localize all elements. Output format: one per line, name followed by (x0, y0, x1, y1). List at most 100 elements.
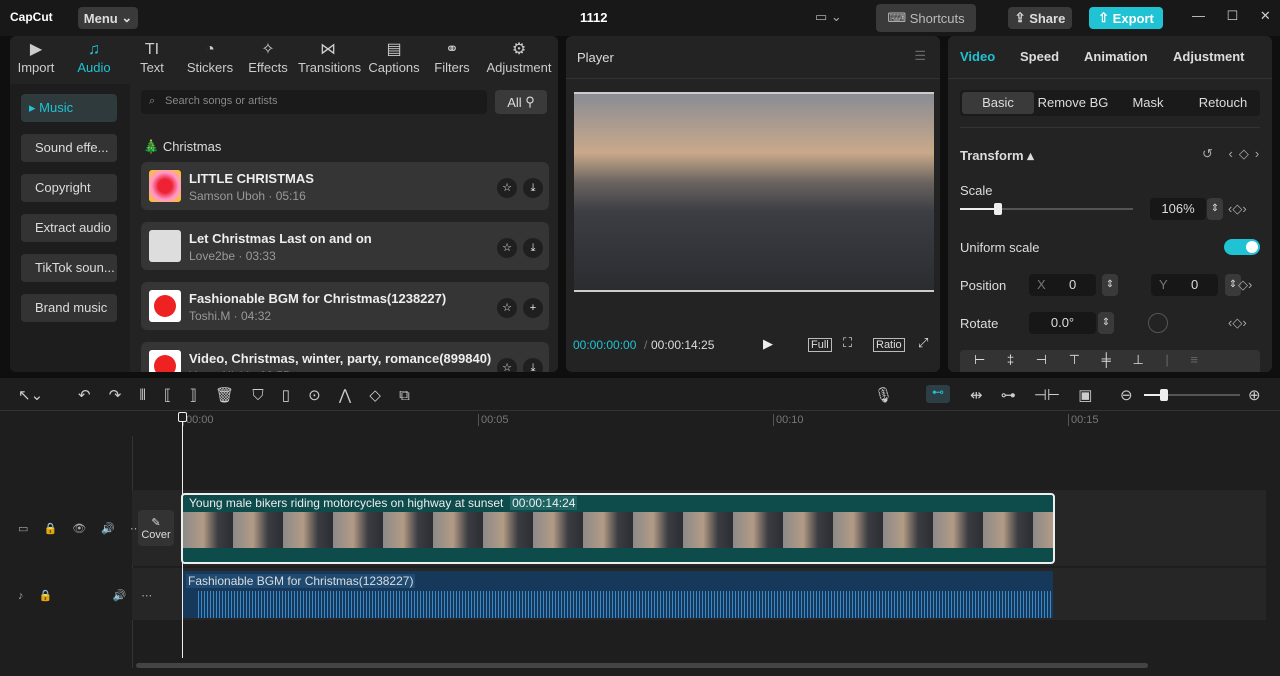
tab-filters[interactable]: ⚭ Filters (422, 40, 482, 75)
menu-button[interactable]: Menu ⌄ (78, 7, 138, 29)
track-tools[interactable]: ⇹ ⊶ ⊣⊢ ▣ (970, 386, 1092, 404)
tab-video[interactable]: Video (960, 49, 995, 64)
video-track-controls[interactable]: ▭ 🔒 👁 🔊 ⋯ (18, 522, 141, 535)
song-subtitle: Samson Uboh · 05:16 (189, 189, 306, 203)
subtab[interactable]: Basic (962, 92, 1034, 114)
x-stepper[interactable]: ⇕ (1102, 274, 1118, 296)
export-label: Export (1112, 10, 1154, 26)
magnet-toggle[interactable]: ⊷ (926, 385, 950, 403)
share-label: Share (1029, 10, 1066, 26)
song-item[interactable]: LITTLE CHRISTMAS Samson Uboh · 05:16 ☆ ⤓ (141, 162, 549, 210)
project-title: 1112 (580, 10, 608, 25)
crop-icon[interactable]: ⛶ (843, 335, 852, 351)
rotate-input[interactable]: 0.0° (1029, 312, 1096, 334)
filter-button[interactable]: All ⚲ (495, 90, 547, 114)
position-x-input[interactable]: X0 (1029, 274, 1096, 296)
favorite-icon[interactable]: ☆ (497, 298, 517, 318)
tab-adjustment[interactable]: ⚙ Adjustment (480, 40, 558, 75)
tab-label: Text (140, 60, 164, 75)
zoom-slider[interactable] (1144, 389, 1240, 401)
full-button[interactable]: Full (808, 338, 832, 352)
share-button[interactable]: ⇪ Share (1008, 7, 1072, 29)
position-keyframe-icon[interactable]: ◇› (1238, 277, 1252, 293)
x-label: X (1037, 277, 1046, 292)
position-y-input[interactable]: Y0 (1151, 274, 1218, 296)
song-item[interactable]: Let Christmas Last on and on Love2be · 03… (141, 222, 549, 270)
sidebar-item-label: Copyright (35, 180, 91, 195)
rotate-dial[interactable] (1148, 313, 1168, 333)
download-icon[interactable]: ⤓ (523, 238, 543, 258)
favorite-icon[interactable]: ☆ (497, 358, 517, 372)
song-thumbnail (149, 290, 181, 322)
sidebar-item[interactable]: TikTok soun... (21, 254, 117, 282)
audio-clip-title: Fashionable BGM for Christmas(1238227) (186, 574, 416, 588)
ratio-button[interactable]: Ratio (873, 338, 905, 352)
favorite-icon[interactable]: ☆ (497, 178, 517, 198)
subtab[interactable]: Mask (1112, 92, 1184, 114)
filter-label: All (507, 94, 522, 110)
timeline-scrollbar[interactable] (136, 663, 1148, 668)
section-label: Christmas (162, 139, 222, 154)
window-controls[interactable]: — ☐ ✕ (1192, 8, 1271, 24)
playhead[interactable] (178, 412, 187, 658)
capcut-logo: CapCut (10, 10, 53, 24)
select-tool-icon[interactable]: ↖⌄ (18, 386, 43, 404)
tab-speed[interactable]: Speed (1020, 49, 1059, 64)
video-preview[interactable] (574, 92, 934, 292)
time-tick: 00:05 (478, 414, 509, 426)
subtab[interactable]: Remove BG (1037, 92, 1109, 114)
favorite-icon[interactable]: ☆ (497, 238, 517, 258)
song-item[interactable]: Video, Christmas, winter, party, romance… (141, 342, 549, 372)
audio-track-controls[interactable]: ♪ 🔒 🔊 ⋯ (18, 589, 152, 602)
tab-text[interactable]: TI Text (122, 40, 182, 75)
cover-label: Cover (141, 528, 171, 541)
zoom-in-icon[interactable]: ⊕ (1248, 386, 1261, 404)
cover-button[interactable]: ✎ Cover (138, 510, 174, 546)
edit-toolbar[interactable]: ↶ ↷ ⫴ ⟦ ⟧ 🗑 ⛉ ▯ ⊙ ⋀ ◇ ⧉ (78, 386, 410, 404)
align-toolbar[interactable]: ⊢ ‡ ⊣ ⊤ ╪ ⊥ | ≡ (960, 350, 1260, 372)
download-icon[interactable]: ⤓ (523, 178, 543, 198)
video-clip[interactable]: Young male bikers riding motorcycles on … (181, 493, 1055, 564)
sidebar-item[interactable]: Sound effe... (21, 134, 117, 162)
export-button[interactable]: ⇧ Export (1089, 7, 1163, 29)
song-thumbnail (149, 170, 181, 202)
play-icon[interactable]: ▶ (763, 336, 773, 352)
scale-stepper[interactable]: ⇕ (1207, 198, 1223, 220)
song-thumbnail (149, 230, 181, 262)
reset-keyframe-icons[interactable]: ↺ ‹◇› (1202, 146, 1265, 162)
scale-slider[interactable] (960, 203, 1133, 215)
audio-clip[interactable]: Fashionable BGM for Christmas(1238227) (182, 571, 1053, 618)
sidebar-item[interactable]: Brand music (21, 294, 117, 322)
sidebar-item-label: Sound effe... (35, 140, 109, 155)
sidebar-item[interactable]: ▸ Music (21, 94, 117, 122)
sidebar-item[interactable]: Extract audio (21, 214, 117, 242)
rotate-keyframe-icon[interactable]: ‹◇› (1228, 315, 1247, 331)
transform-heading[interactable]: Transform ▴ (960, 148, 1034, 164)
tab-effects[interactable]: ✧ Effects (238, 40, 298, 75)
search-input[interactable]: ⌕ Search songs or artists (141, 90, 487, 114)
tab-animation[interactable]: Animation (1084, 49, 1148, 64)
scale-input[interactable]: 106% (1150, 198, 1206, 220)
tab-captions[interactable]: ▤ Captions (364, 40, 424, 75)
layout-icon[interactable]: ▭ ⌄ (815, 9, 842, 25)
shortcuts-button[interactable]: ⌨ Shortcuts (876, 4, 976, 32)
player-menu-icon[interactable]: ☰ (914, 48, 926, 64)
subtab[interactable]: Retouch (1187, 92, 1259, 114)
tab-label: Adjustment (486, 60, 552, 75)
keyframe-icon[interactable]: ‹◇› (1228, 201, 1247, 217)
microphone-icon[interactable]: 🎙 (874, 386, 893, 404)
tab-adjustment[interactable]: Adjustment (1173, 49, 1245, 64)
tab-stickers[interactable]: ◔ Stickers (180, 40, 240, 75)
uniform-scale-toggle[interactable] (1224, 239, 1260, 255)
fullscreen-icon[interactable]: ⤢ (918, 335, 928, 351)
zoom-out-icon[interactable]: ⊖ (1120, 386, 1133, 404)
sidebar-item[interactable]: Copyright (21, 174, 117, 202)
rotate-stepper[interactable]: ⇕ (1098, 312, 1114, 334)
download-icon[interactable]: ⤓ (523, 358, 543, 372)
add-icon[interactable]: + (523, 298, 543, 318)
current-time: 00:00:00:00 (573, 338, 637, 352)
tab-import[interactable]: ▶ Import (6, 40, 66, 75)
song-item[interactable]: Fashionable BGM for Christmas(1238227) To… (141, 282, 549, 330)
tab-audio[interactable]: ♫ Audio (64, 40, 124, 75)
tab-transitions[interactable]: ⋈ Transitions (298, 40, 361, 75)
